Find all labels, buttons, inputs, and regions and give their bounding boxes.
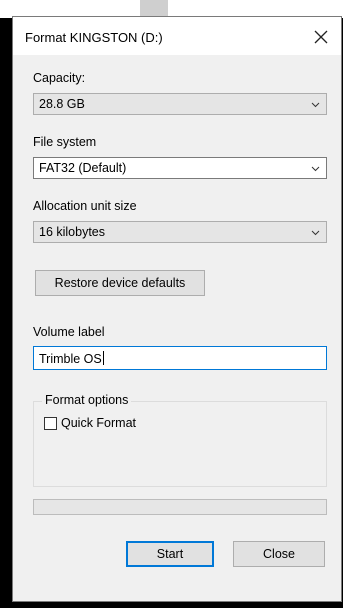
volume-label-label: Volume label (33, 325, 105, 339)
format-dialog: Format KINGSTON (D:) Capacity: 28.8 GB F… (12, 16, 342, 602)
volume-label-input[interactable]: Trimble OS (33, 346, 327, 370)
format-options-title: Format options (42, 393, 132, 407)
allocation-unit-label: Allocation unit size (33, 199, 137, 213)
file-system-dropdown[interactable]: FAT32 (Default) (33, 157, 327, 179)
chevron-down-icon (311, 230, 320, 236)
quick-format-label: Quick Format (61, 416, 137, 430)
quick-format-checkbox[interactable] (44, 416, 57, 430)
capacity-dropdown[interactable]: 28.8 GB (33, 93, 327, 115)
format-options-group: Format options Quick Format (33, 393, 327, 487)
file-system-value: FAT32 (Default) (39, 161, 127, 175)
allocation-unit-dropdown[interactable]: 16 kilobytes (33, 221, 327, 243)
window-title: Format KINGSTON (D:) (25, 30, 163, 45)
close-icon (314, 30, 328, 44)
start-button[interactable]: Start (126, 541, 214, 567)
text-caret (102, 351, 104, 365)
allocation-unit-value: 16 kilobytes (39, 225, 106, 239)
title-bar[interactable]: Format KINGSTON (D:) (13, 17, 341, 55)
volume-label-value: Trimble OS (39, 352, 102, 366)
file-system-label: File system (33, 135, 97, 149)
chevron-down-icon (311, 102, 320, 108)
close-window-button[interactable] (307, 23, 335, 51)
close-button[interactable]: Close (233, 541, 325, 567)
capacity-label: Capacity: (33, 71, 86, 85)
restore-defaults-button[interactable]: Restore device defaults (35, 270, 205, 296)
format-progress-bar (33, 499, 327, 515)
quick-format-option[interactable]: Quick Format (44, 416, 136, 430)
capacity-value: 28.8 GB (39, 97, 85, 111)
chevron-down-icon (311, 166, 320, 172)
